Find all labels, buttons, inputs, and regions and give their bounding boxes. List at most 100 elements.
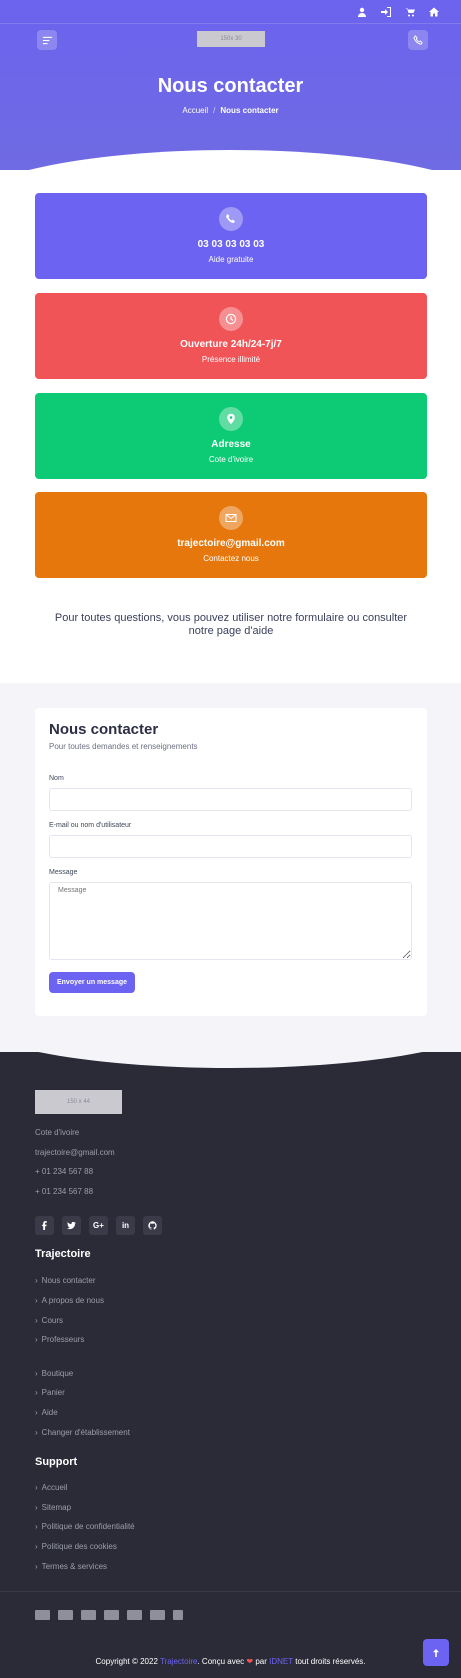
envelope-icon [219,506,243,530]
chevron-right-icon: › [35,1542,38,1551]
phone-icon [412,34,423,45]
company-link[interactable]: IDNET [269,1657,293,1666]
call-button[interactable] [408,30,428,50]
twitter-icon[interactable] [62,1216,81,1235]
mastercard-icon [104,1610,119,1620]
cart-icon[interactable] [401,4,419,20]
message-field[interactable] [49,882,412,960]
card-title[interactable]: trajectoire@gmail.com [35,538,427,549]
form-subtitle: Pour toutes demandes et renseignements [49,742,198,751]
footer-phone[interactable]: + 01 234 567 88 [35,1167,93,1176]
help-text: Pour toutes questions, vous pouvez utili… [40,612,422,638]
card-subtitle: Aide gratuite [208,255,254,264]
chevron-right-icon: › [35,1503,38,1512]
arrow-up-icon [433,1648,439,1657]
chevron-right-icon: › [35,1276,38,1285]
card-title: 03 03 03 03 03 [197,239,265,250]
back-to-top-button[interactable] [423,1639,449,1666]
footer-wave [0,1052,461,1068]
visa-icon [58,1610,73,1620]
linkedin-icon[interactable]: in [116,1216,135,1235]
contact-form: Nous contacter Pour toutes demandes et r… [35,708,427,1016]
page-title: Nous contacter [157,75,304,97]
footer-email[interactable]: trajectoire@gmail.com [35,1148,115,1157]
name-label: Nom [49,775,64,782]
card-subtitle: Cote d'ivoire [208,455,254,464]
footer-link[interactable]: › Politique des cookies [35,1542,117,1551]
top-bar [0,0,461,24]
login-icon[interactable] [377,4,395,20]
breadcrumb-separator: / [213,106,216,115]
breadcrumb: Accueil / Nous contacter [0,106,461,115]
chevron-right-icon: › [35,1483,38,1492]
footer-link[interactable]: › Boutique [35,1369,73,1378]
footer-link[interactable]: › A propos de nous [35,1296,104,1305]
footer-link[interactable]: › Termes & services [35,1562,107,1571]
footer-address: Cote d'ivoire [35,1128,80,1137]
heart-icon: ❤ [246,1657,254,1666]
breadcrumb-current: Nous contacter [220,106,279,115]
amex-icon [35,1610,50,1620]
chevron-right-icon: › [35,1562,38,1571]
clock-icon [219,307,243,331]
site-footer: 150 x 44 Cote d'ivoire trajectoire@gmail… [0,1052,461,1678]
copyright: Copyright © 2022 Trajectoire. Conçu avec… [95,1657,366,1666]
paypal-icon [127,1610,142,1620]
hamburger-icon [42,36,52,44]
card-subtitle: Présence illimité [201,355,261,364]
footer-link[interactable]: › Aide [35,1408,58,1417]
name-field[interactable] [49,788,412,811]
chevron-right-icon: › [35,1428,38,1437]
footer-logo[interactable]: 150 x 44 [35,1090,122,1114]
phone-icon [219,207,243,231]
brand-link[interactable]: Trajectoire [160,1657,198,1666]
trajectoire-heading: Trajectoire [35,1248,91,1260]
footer-link[interactable]: › Cours [35,1316,63,1325]
footer-link[interactable]: › Sitemap [35,1503,71,1512]
payment-methods [35,1610,183,1620]
card-title: Ouverture 24h/24-7j/7 [180,339,282,350]
message-label: Message [49,869,78,876]
chevron-right-icon: › [35,1335,38,1344]
breadcrumb-home[interactable]: Accueil [182,106,208,115]
page-header: 150x 30 Nous contacter Accueil / Nous cont… [0,0,461,170]
chevron-right-icon: › [35,1388,38,1397]
user-icon[interactable] [353,4,371,20]
header-wave [0,150,461,170]
google-plus-icon[interactable]: G+ [89,1216,108,1235]
chevron-right-icon: › [35,1296,38,1305]
footer-link[interactable]: › Professeurs [35,1335,84,1344]
chevron-right-icon: › [35,1522,38,1531]
menu-button[interactable] [37,30,57,50]
home-icon[interactable] [425,4,443,20]
social-links: G+ in [35,1216,162,1235]
email-label: E-mail ou nom d'utilisateur [49,822,132,829]
email-card: trajectoire@gmail.com Contactez nous [35,492,427,578]
support-heading: Support [35,1456,78,1468]
send-message-button[interactable]: Envoyer un message [49,972,135,993]
hours-card: Ouverture 24h/24-7j/7 Présence illimité [35,293,427,379]
help-text-main: Pour toutes questions, vous pouvez utili… [54,612,408,624]
form-title: Nous contacter [49,721,159,738]
site-logo[interactable]: 150x 30 [197,31,265,47]
phone-card: 03 03 03 03 03 Aide gratuite [35,193,427,279]
facebook-icon[interactable] [35,1216,54,1235]
footer-phone[interactable]: + 01 234 567 88 [35,1187,93,1196]
footer-link[interactable]: › Panier [35,1388,65,1397]
discover-icon [150,1610,165,1620]
card-title: Adresse [211,439,251,450]
map-pin-icon [219,407,243,431]
email-field[interactable] [49,835,412,858]
help-page-link[interactable]: notre page d'aide [189,625,274,637]
footer-link[interactable]: › Nous contacter [35,1276,95,1285]
footer-link[interactable]: › Accueil [35,1483,67,1492]
chevron-right-icon: › [35,1408,38,1417]
footer-link[interactable]: › Politique de confidentialité [35,1522,135,1531]
card-subtitle: Contactez nous [203,554,259,563]
chevron-right-icon: › [35,1369,38,1378]
footer-link[interactable]: › Changer d'établissement [35,1428,130,1437]
chevron-right-icon: › [35,1316,38,1325]
stripe-icon [173,1610,183,1620]
github-icon[interactable] [143,1216,162,1235]
address-card: Adresse Cote d'ivoire [35,393,427,479]
